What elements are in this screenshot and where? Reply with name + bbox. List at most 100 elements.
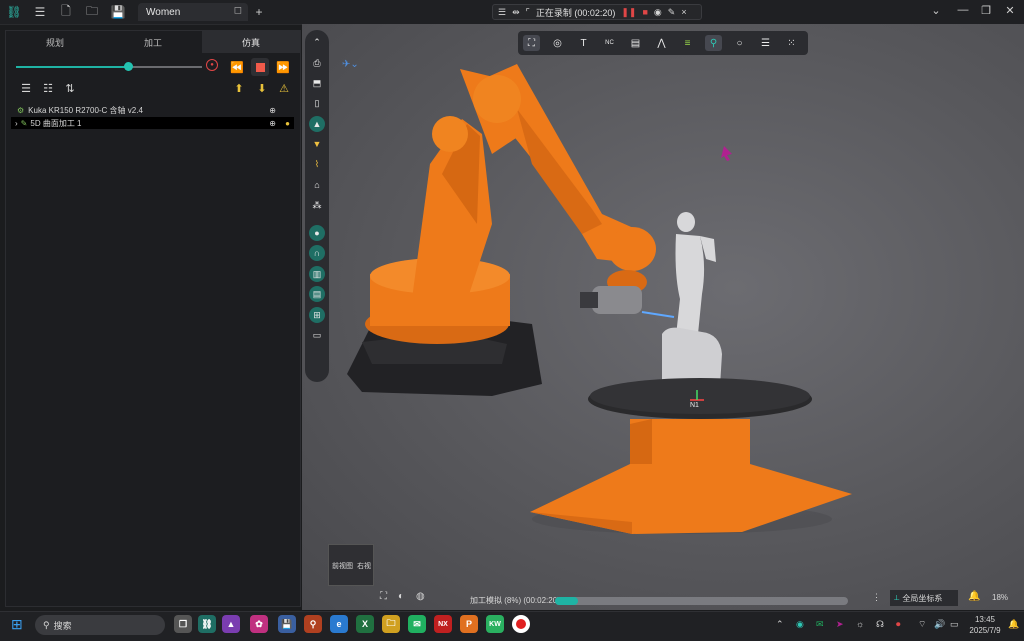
tray-record-icon[interactable]: ⏺ xyxy=(896,619,901,630)
task-view-icon[interactable]: ❐ xyxy=(174,615,192,633)
view-options-icon[interactable]: ✈⌄ xyxy=(342,59,359,70)
app-icon-paint[interactable]: ✿ xyxy=(250,615,268,633)
tree-item-operation[interactable]: › ✎ 5D 曲面加工 1 ⊕ ● xyxy=(11,117,294,129)
base-icon[interactable]: ▭ xyxy=(309,327,325,343)
settings-sliders-icon[interactable]: ☰ xyxy=(757,35,774,51)
curve-icon[interactable]: ∩ xyxy=(309,245,325,261)
app-icon-search[interactable]: ⚲ xyxy=(304,615,322,633)
file-explorer-icon[interactable]: 🗀 xyxy=(382,615,400,633)
expand-all-icon[interactable]: ☷ xyxy=(40,80,56,96)
app-icon-save[interactable]: 💾 xyxy=(278,615,296,633)
nc-code-icon[interactable]: NC xyxy=(601,35,618,51)
app-icon-cam[interactable]: ⛓ xyxy=(198,615,216,633)
collapse-up-icon[interactable]: ⌃ xyxy=(309,34,325,50)
surface-icon[interactable]: ▥ xyxy=(309,266,325,282)
tree-item-robot[interactable]: ⚙ Kuka KR150 R2700-C 含轴 v2.4 ⊕ xyxy=(11,104,294,116)
stop-icon[interactable]: ■ xyxy=(642,7,647,17)
tab-simulation[interactable]: 仿真 xyxy=(202,31,300,53)
spot-icon[interactable]: ▼ xyxy=(309,136,325,152)
powerpoint-icon[interactable]: P xyxy=(460,615,478,633)
taskbar-search[interactable]: ⚲ 搜索 xyxy=(35,615,165,635)
windows-start-icon[interactable]: ⊞ xyxy=(11,616,23,633)
pen-icon[interactable]: ✎ xyxy=(668,7,676,18)
nx-app-icon[interactable]: NX xyxy=(434,615,452,633)
target-icon[interactable]: ⊕ xyxy=(269,119,276,128)
warning-icon[interactable]: ⚠ xyxy=(276,80,292,96)
move-down-icon[interactable]: ⬇ xyxy=(254,80,270,96)
coordinate-button[interactable]: ⟂ 全局坐标系 xyxy=(890,590,958,606)
app-icon-stack[interactable]: ▲ xyxy=(222,615,240,633)
record-icon[interactable]: ● xyxy=(206,59,218,71)
fit-screen-icon[interactable]: ⛶ xyxy=(380,591,387,602)
fast-forward-icon[interactable]: ⏩ xyxy=(275,59,291,75)
brightness-icon[interactable]: ☼ xyxy=(856,619,864,629)
open-folder-icon[interactable]: 🗀 xyxy=(84,4,100,20)
3d-viewport[interactable]: N1 ✈⌄ 前视图 右视 xyxy=(302,24,1024,610)
frame-icon[interactable]: ⌜ xyxy=(526,7,530,18)
drill-icon[interactable]: ⌇ xyxy=(309,156,325,172)
point-icon[interactable]: ● xyxy=(309,225,325,241)
pocket-icon[interactable]: ⌂ xyxy=(309,177,325,193)
wifi-icon[interactable]: ⌔ xyxy=(918,619,926,630)
pause-icon[interactable]: ❚❚ xyxy=(621,7,636,18)
add-tab-button[interactable]: + xyxy=(251,4,267,20)
list-icon[interactable]: ☰ xyxy=(498,7,506,18)
menu-icon[interactable]: ☰ xyxy=(32,4,48,20)
text-icon[interactable]: T xyxy=(575,35,592,51)
layers-icon[interactable]: ≡ xyxy=(679,35,696,51)
book-icon[interactable]: ▤ xyxy=(309,286,325,302)
stock-icon[interactable]: ⬒ xyxy=(309,75,325,91)
battery-icon[interactable]: ▭ xyxy=(950,619,959,630)
tool-icon[interactable]: ⚲ xyxy=(705,35,722,51)
headset-icon[interactable]: ☊ xyxy=(876,619,884,630)
tray-app-icon[interactable]: ◉ xyxy=(796,619,804,630)
view-cube-front[interactable]: 前视图 xyxy=(332,561,353,571)
vertical-dots-icon[interactable]: ⋮ xyxy=(872,592,881,603)
tab-machining[interactable]: 加工 xyxy=(104,31,202,53)
move-up-icon[interactable]: ⬆ xyxy=(231,80,247,96)
restore-icon[interactable]: ❐ xyxy=(978,4,994,17)
shading-icon[interactable]: ◐ xyxy=(398,591,404,602)
chevron-down-icon[interactable]: ⌄ xyxy=(928,4,944,17)
tab-planning[interactable]: 规划 xyxy=(6,31,104,53)
sort-list-icon[interactable]: ⇅ xyxy=(62,80,78,96)
tray-wechat-icon[interactable]: ✉ xyxy=(816,619,824,630)
page-icon[interactable]: ▯ xyxy=(309,95,325,111)
view-cube-right[interactable]: 右视 xyxy=(357,561,371,571)
minimize-icon[interactable]: — xyxy=(955,4,971,16)
clock[interactable]: 13:45 2025/7/9 xyxy=(968,614,1002,636)
app-icon-kw[interactable]: KW xyxy=(486,615,504,633)
grid-icon[interactable]: ⁙ xyxy=(783,35,800,51)
close-window-icon[interactable]: ✕ xyxy=(1002,4,1018,17)
printer-icon[interactable]: ⎙ xyxy=(309,55,325,71)
notification-icon[interactable]: 🔔 xyxy=(1008,619,1019,630)
camera-icon[interactable]: ◉ xyxy=(654,7,662,18)
camera-view-icon[interactable]: ◎ xyxy=(549,35,566,51)
tray-chevron-icon[interactable]: ⌃ xyxy=(776,619,784,630)
record-app-icon[interactable] xyxy=(512,615,530,633)
layer-icon[interactable]: ▲ xyxy=(309,116,325,132)
grid-surface-icon[interactable]: ⊞ xyxy=(309,307,325,323)
app-logo-icon[interactable]: ⛓ xyxy=(6,4,22,20)
stop-button[interactable] xyxy=(251,58,269,76)
simulation-slider-handle[interactable] xyxy=(123,62,133,71)
target-icon[interactable]: ⊕ xyxy=(269,106,276,115)
document-tab[interactable]: Women ◻ xyxy=(138,3,248,21)
close-icon[interactable]: × xyxy=(681,7,686,17)
save-icon[interactable]: 💾 xyxy=(110,4,126,20)
bell-icon[interactable]: 🔔 xyxy=(968,591,980,602)
tab-restore-icon[interactable]: ◻ xyxy=(234,5,242,16)
edge-browser-icon[interactable]: e xyxy=(330,615,348,633)
new-file-icon[interactable]: 🗋 xyxy=(58,4,74,20)
path-icon[interactable]: ⋀ xyxy=(653,35,670,51)
globe-icon[interactable]: ◍ xyxy=(416,591,425,602)
pattern-icon[interactable]: ⁂ xyxy=(309,197,325,213)
app-icon-excel[interactable]: X xyxy=(356,615,374,633)
view-cube[interactable]: 前视图 右视 xyxy=(328,544,374,586)
fit-view-icon[interactable]: ⛶ xyxy=(523,35,540,51)
tray-arrow-icon[interactable]: ➤ xyxy=(836,619,844,630)
rewind-icon[interactable]: ⏪ xyxy=(229,59,245,75)
wechat-icon[interactable]: ✉ xyxy=(408,615,426,633)
collapse-all-icon[interactable]: ☰ xyxy=(18,80,34,96)
align-icon[interactable]: ⇹ xyxy=(512,7,520,18)
